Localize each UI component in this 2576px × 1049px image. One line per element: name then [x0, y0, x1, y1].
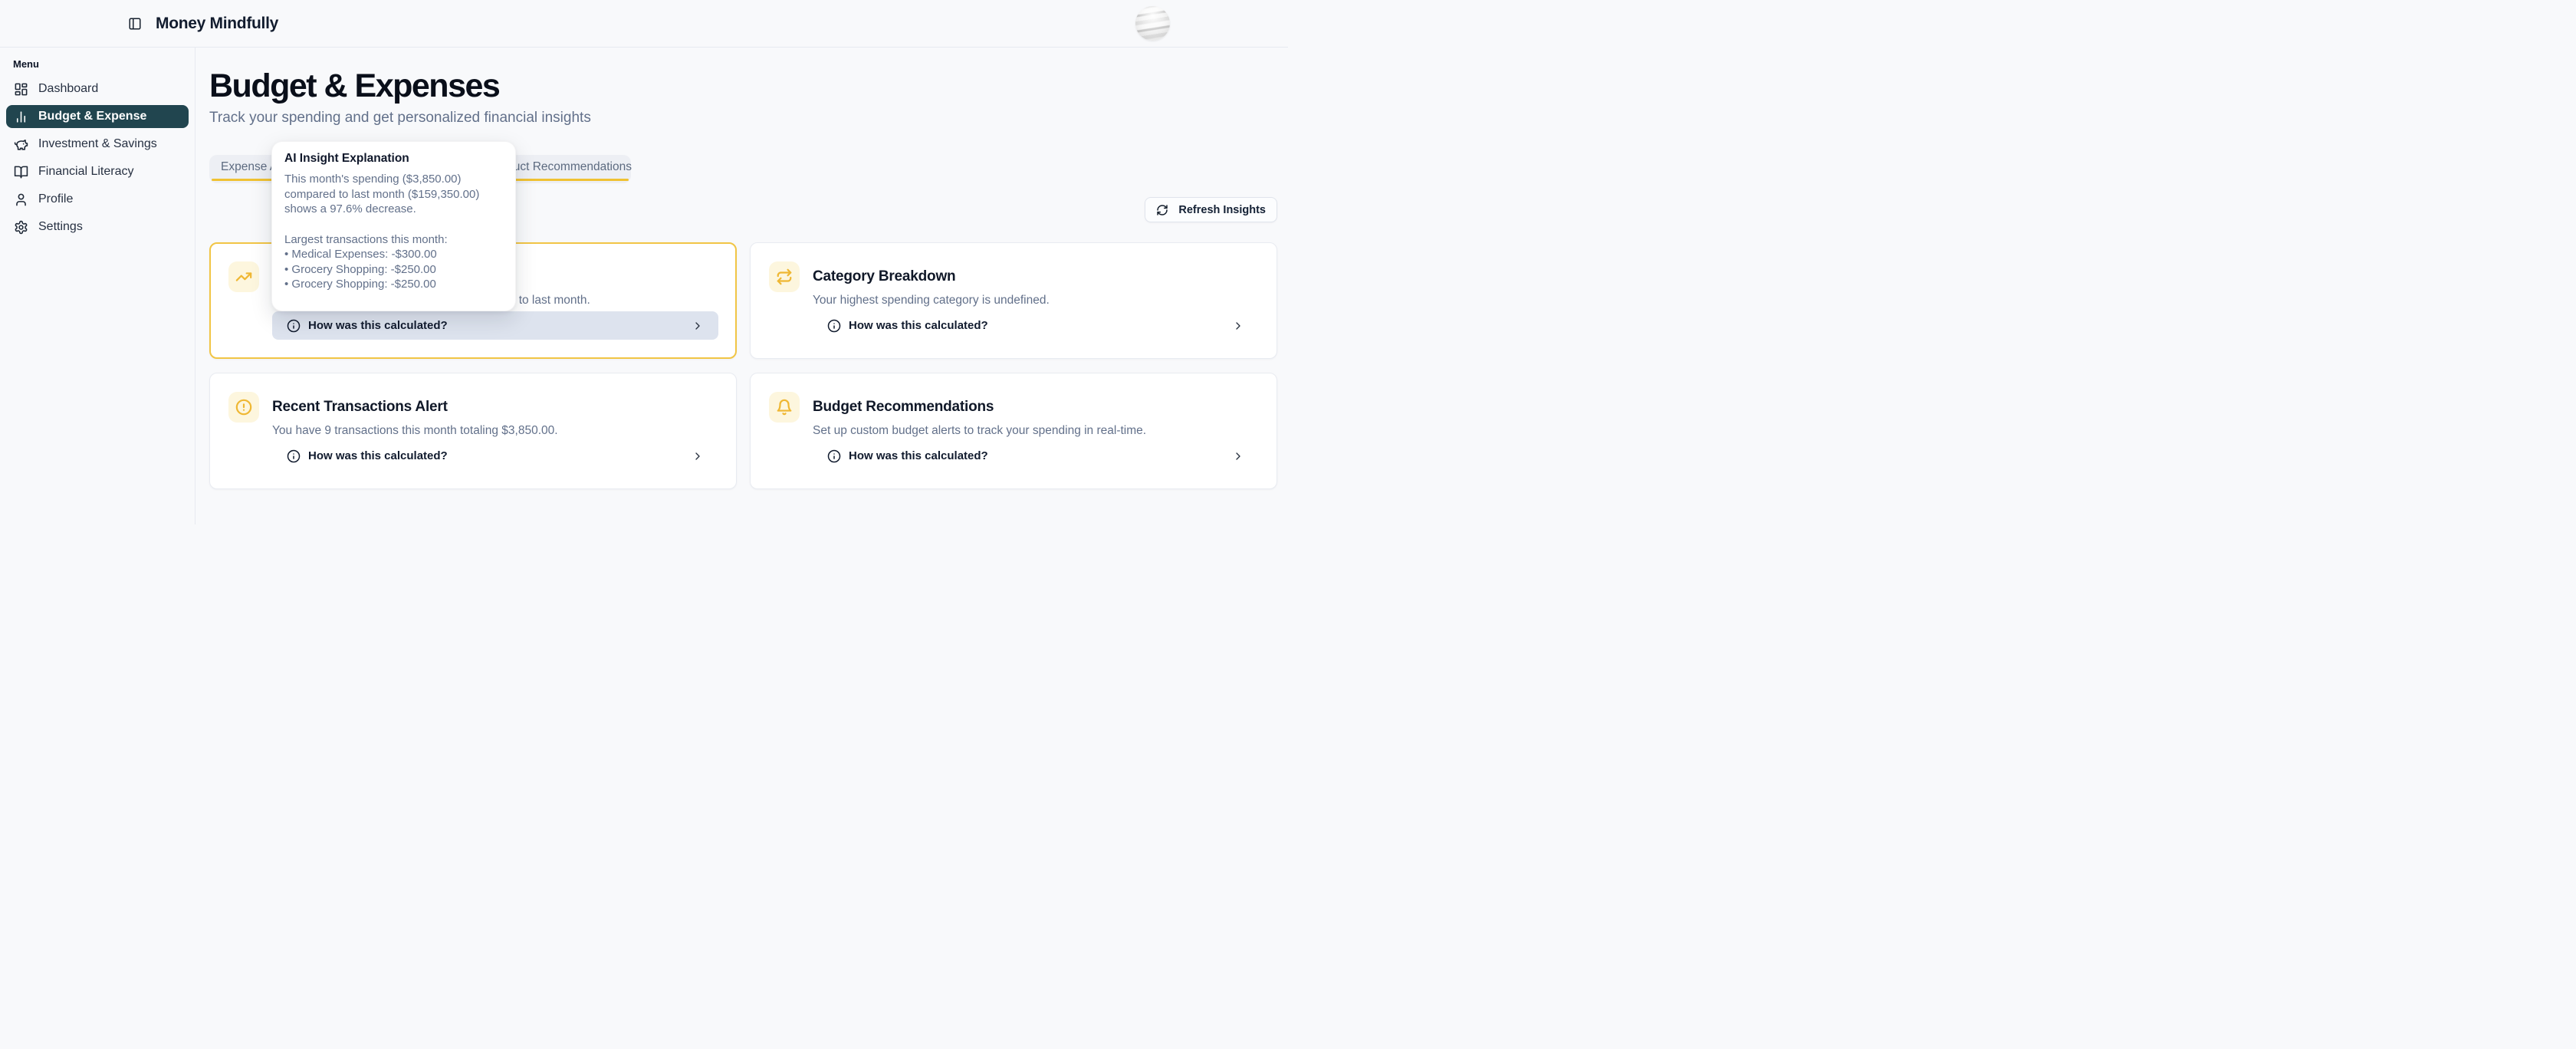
refresh-insights-button[interactable]: Refresh Insights [1145, 197, 1277, 222]
ai-insight-popup: AI Insight Explanation This month's spen… [271, 141, 516, 311]
sidebar-item-label: Budget & Expense [38, 110, 146, 123]
card-description: Set up custom budget alerts to track you… [813, 423, 1259, 439]
sidebar-item-budget-expense[interactable]: Budget & Expense [6, 105, 189, 128]
how-calculated-link[interactable]: How was this calculated? [272, 311, 718, 340]
bell-icon [769, 392, 800, 423]
how-calculated-label: How was this calculated? [308, 319, 448, 332]
info-icon [287, 319, 301, 333]
sidebar-toggle-button[interactable] [125, 14, 145, 34]
card-budget-recommendations: Budget Recommendations Set up custom bud… [750, 373, 1277, 489]
sidebar-item-investment-savings[interactable]: Investment & Savings [6, 133, 189, 156]
alert-circle-icon [228, 392, 259, 423]
refresh-insights-label: Refresh Insights [1178, 204, 1266, 216]
popup-transaction-item: • Grocery Shopping: -$250.00 [284, 277, 503, 292]
book-open-icon [14, 165, 28, 179]
sidebar-item-label: Dashboard [38, 82, 98, 96]
popup-transaction-item: • Medical Expenses: -$300.00 [284, 247, 503, 262]
gear-icon [14, 220, 28, 235]
card-description: You have 9 transactions this month total… [272, 423, 718, 439]
app-header: Money Mindfully [0, 0, 1288, 48]
panel-left-icon [128, 17, 142, 31]
piggy-bank-icon [14, 137, 28, 152]
sidebar-item-settings[interactable]: Settings [6, 215, 189, 238]
card-description: Your highest spending category is undefi… [813, 292, 1259, 308]
popup-paragraph: This month's spending ($3,850.00) compar… [284, 172, 503, 217]
sidebar-item-label: Investment & Savings [38, 137, 157, 151]
chevron-right-icon [1232, 450, 1244, 462]
popup-transaction-item: • Grocery Shopping: -$250.00 [284, 262, 503, 278]
sidebar-item-financial-literacy[interactable]: Financial Literacy [6, 160, 189, 183]
sidebar-menu-label: Menu [13, 58, 189, 70]
info-icon [287, 449, 301, 463]
info-icon [827, 319, 841, 333]
repeat-icon [769, 261, 800, 292]
user-icon [14, 192, 28, 207]
trending-up-icon [228, 261, 259, 292]
sidebar-item-profile[interactable]: Profile [6, 188, 189, 211]
popup-title: AI Insight Explanation [284, 152, 503, 166]
how-calculated-label: How was this calculated? [849, 449, 988, 462]
page-title: Budget & Expenses [209, 69, 1277, 103]
card-title: Category Breakdown [813, 268, 955, 285]
refresh-icon [1156, 204, 1168, 216]
card-title: Budget Recommendations [813, 399, 994, 416]
user-avatar[interactable] [1135, 6, 1170, 41]
card-title: Recent Transactions Alert [272, 399, 448, 416]
app-title: Money Mindfully [156, 15, 278, 33]
how-calculated-label: How was this calculated? [308, 449, 448, 462]
info-icon [827, 449, 841, 463]
how-calculated-link[interactable]: How was this calculated? [813, 311, 1259, 340]
bar-chart-icon [14, 110, 28, 124]
sidebar-item-label: Financial Literacy [38, 165, 134, 179]
sidebar-item-label: Profile [38, 192, 73, 206]
sidebar-item-label: Settings [38, 220, 83, 234]
popup-transactions-heading: Largest transactions this month: [284, 232, 503, 248]
chevron-right-icon [692, 320, 704, 332]
card-category-breakdown: Category Breakdown Your highest spending… [750, 242, 1277, 359]
sidebar-item-dashboard[interactable]: Dashboard [6, 77, 189, 100]
page-subtitle: Track your spending and get personalized… [209, 110, 1277, 127]
how-calculated-label: How was this calculated? [849, 319, 988, 332]
dashboard-icon [14, 82, 28, 97]
how-calculated-link[interactable]: How was this calculated? [813, 442, 1259, 470]
chevron-right-icon [1232, 320, 1244, 332]
how-calculated-link[interactable]: How was this calculated? [272, 442, 718, 470]
chevron-right-icon [692, 450, 704, 462]
card-recent-transactions: Recent Transactions Alert You have 9 tra… [209, 373, 737, 489]
sidebar: Menu Dashboard Budget & Expense Investme… [0, 48, 196, 524]
